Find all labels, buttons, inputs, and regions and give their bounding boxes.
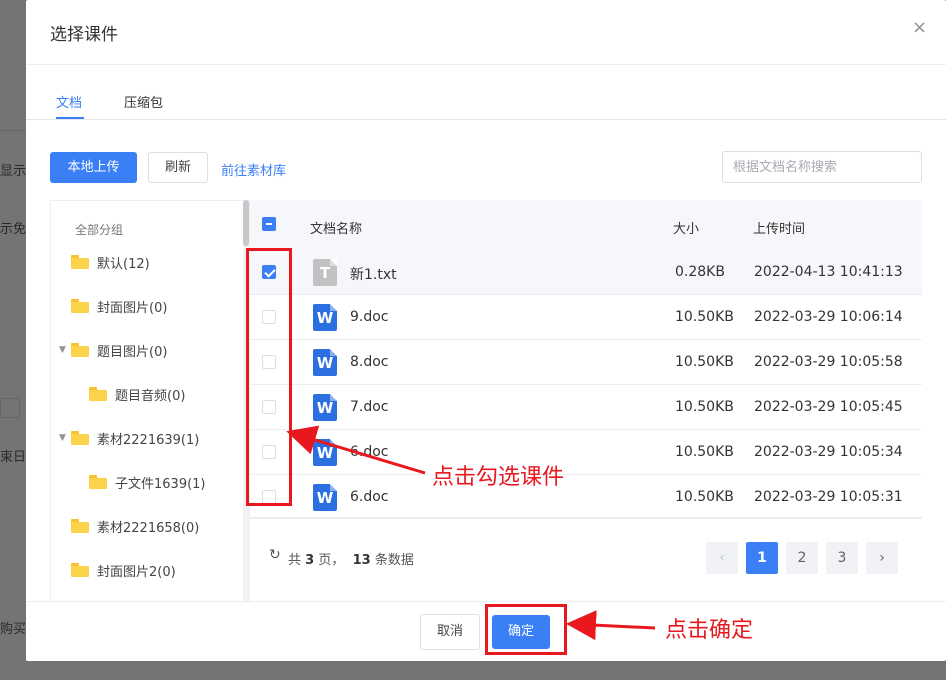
tree-node[interactable]: 素材2221658(0): [59, 516, 199, 536]
page-button-3[interactable]: 3: [826, 542, 858, 574]
file-size: 10.50KB: [675, 309, 734, 325]
pages-total: 3: [305, 553, 315, 568]
word-file-icon: W: [313, 394, 337, 421]
file-size: 0.28KB: [675, 264, 725, 280]
header-divider: [26, 64, 946, 65]
file-name: 9.doc: [350, 309, 389, 325]
caret-down-icon[interactable]: ▼: [59, 345, 69, 355]
records-suffix: 条数据: [374, 553, 414, 568]
tree-node-label: 素材2221658(0): [97, 520, 200, 536]
tree-node[interactable]: 封面图片2(0): [59, 560, 176, 580]
close-icon[interactable]: ×: [912, 19, 927, 37]
page-button-1[interactable]: 1: [746, 542, 778, 574]
annotation-highlight-confirm: [485, 604, 567, 655]
word-file-icon: W: [313, 484, 337, 511]
column-header-size: 大小: [673, 222, 700, 237]
refresh-button[interactable]: 刷新: [148, 152, 208, 183]
folder-icon: [89, 475, 107, 489]
tree-node-label: 题目图片(0): [97, 344, 168, 360]
caret-down-icon[interactable]: ▼: [59, 433, 69, 443]
file-size: 10.50KB: [675, 354, 734, 370]
upload-time: 2022-03-29 10:05:31: [754, 489, 903, 505]
local-upload-button[interactable]: 本地上传: [50, 152, 137, 183]
tree-scrollbar-thumb[interactable]: [243, 200, 249, 246]
tree-node-label: 封面图片2(0): [97, 564, 176, 580]
tree-node-label: 题目音频(0): [115, 388, 186, 404]
pager-prefix: 共: [288, 553, 302, 568]
file-name: 新1.txt: [350, 267, 397, 283]
file-size: 10.50KB: [675, 399, 734, 415]
annotation-highlight-checkboxes: [246, 248, 292, 506]
folder-icon: [71, 519, 89, 533]
tab-documents[interactable]: 文档: [56, 92, 82, 111]
file-name: 7.doc: [350, 399, 389, 415]
pagination-summary: 共 3 页， 13 条数据: [288, 549, 414, 568]
next-page-button[interactable]: ›: [866, 542, 898, 574]
folder-icon: [89, 387, 107, 401]
tabs-divider: [26, 119, 946, 120]
tree-node[interactable]: 默认(12): [59, 252, 150, 272]
column-header-time: 上传时间: [753, 222, 806, 237]
records-total: 13: [352, 553, 371, 568]
upload-time: 2022-03-29 10:05:45: [754, 399, 903, 415]
select-all-checkbox[interactable]: [262, 217, 276, 231]
footer-divider: [26, 601, 946, 602]
upload-time: 2022-03-29 10:05:58: [754, 354, 903, 370]
tree-node-label: 默认(12): [97, 256, 150, 272]
group-tree-panel: 全部分组 默认(12) 封面图片(0) ▼ 题目图片(0) 题目音频(0) ▼ …: [50, 200, 250, 601]
file-name: 6.doc: [350, 489, 389, 505]
folder-icon: [71, 299, 89, 313]
file-size: 10.50KB: [675, 444, 734, 460]
cancel-button[interactable]: 取消: [420, 614, 480, 650]
word-file-icon: W: [313, 349, 337, 376]
tree-node-label: 封面图片(0): [97, 300, 168, 316]
folder-icon: [71, 255, 89, 269]
tree-node-label: 素材2221639(1): [97, 432, 200, 448]
go-to-library-link[interactable]: 前往素材库: [221, 160, 286, 179]
folder-icon: [71, 431, 89, 445]
tree-header: 全部分组: [75, 223, 124, 237]
table-row[interactable]: W 6.doc 10.50KB 2022-03-29 10:05:34: [250, 430, 922, 475]
dialog-title: 选择课件: [50, 25, 118, 45]
file-size: 10.50KB: [675, 489, 734, 505]
file-name: 8.doc: [350, 354, 389, 370]
document-table: 文档名称 大小 上传时间 T 新1.txt 0.28KB 2022-04-13 …: [250, 200, 922, 518]
table-row[interactable]: W 6.doc 10.50KB 2022-03-29 10:05:31: [250, 475, 922, 518]
table-bottom-border: [250, 517, 922, 519]
txt-file-icon: T: [313, 259, 337, 286]
upload-time: 2022-03-29 10:05:34: [754, 444, 903, 460]
table-row[interactable]: W 8.doc 10.50KB 2022-03-29 10:05:58: [250, 340, 922, 385]
pages-suffix: 页，: [318, 553, 345, 568]
upload-time: 2022-03-29 10:06:14: [754, 309, 903, 325]
refresh-icon[interactable]: ↻: [269, 548, 283, 562]
tree-node[interactable]: ▼ 题目图片(0): [59, 340, 167, 360]
table-row[interactable]: W 7.doc 10.50KB 2022-03-29 10:05:45: [250, 385, 922, 430]
folder-icon: [71, 343, 89, 357]
word-file-icon: W: [313, 439, 337, 466]
tree-node[interactable]: 封面图片(0): [59, 296, 167, 316]
document-search-input[interactable]: [722, 151, 922, 183]
tree-node[interactable]: ▼ 素材2221639(1): [59, 428, 199, 448]
page-button-2[interactable]: 2: [786, 542, 818, 574]
file-name: 6.doc: [350, 444, 389, 460]
tree-node[interactable]: 子文件1639(1): [77, 472, 206, 492]
annotation-confirm-hint: 点击确定: [665, 618, 754, 643]
annotation-select-hint: 点击勾选课件: [432, 465, 565, 490]
table-header: 文档名称 大小 上传时间: [250, 200, 922, 250]
tree-node-label: 子文件1639(1): [115, 476, 206, 492]
table-row[interactable]: T 新1.txt 0.28KB 2022-04-13 10:41:13: [250, 250, 922, 295]
folder-icon: [71, 563, 89, 577]
prev-page-button[interactable]: ‹: [706, 542, 738, 574]
tree-node[interactable]: 题目音频(0): [77, 384, 185, 404]
column-header-name: 文档名称: [310, 222, 363, 237]
select-courseware-dialog: 选择课件 × 文档 压缩包 本地上传 刷新 前往素材库 全部分组 默认(12) …: [26, 0, 946, 661]
upload-time: 2022-04-13 10:41:13: [754, 264, 903, 280]
word-file-icon: W: [313, 304, 337, 331]
tab-archives[interactable]: 压缩包: [124, 92, 163, 111]
table-row[interactable]: W 9.doc 10.50KB 2022-03-29 10:06:14: [250, 295, 922, 340]
